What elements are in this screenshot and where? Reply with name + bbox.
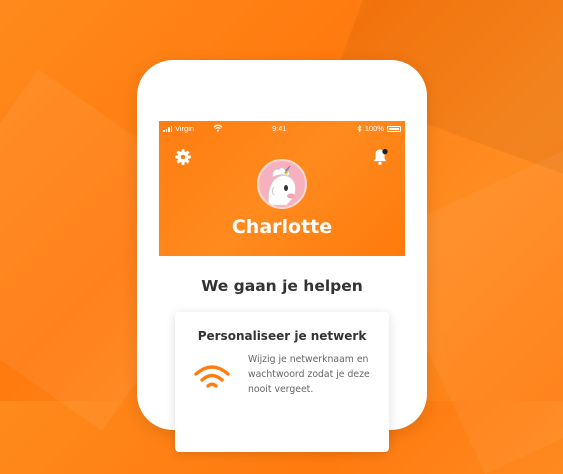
battery-icon (387, 125, 401, 132)
status-wifi-icon (213, 124, 223, 132)
battery-percent: 100% (364, 124, 384, 133)
avatar[interactable] (257, 159, 307, 209)
carrier-indicator: Virgin (163, 124, 194, 133)
user-name: Charlotte (231, 216, 333, 238)
card-title: Personaliseer je netwerk (197, 329, 367, 343)
carrier-name: Virgin (175, 124, 195, 133)
status-bar: Virgin 9:41 100% (159, 121, 405, 135)
status-time: 9:41 (272, 124, 287, 133)
personalize-network-card[interactable]: Personaliseer je netwerk Wijzig je netwe… (175, 312, 389, 452)
phone-frame: Virgin 9:41 100% Charlotte We gaan je he… (137, 60, 427, 452)
bell-icon[interactable] (370, 147, 390, 167)
battery-indicator: 100% (357, 124, 401, 133)
wifi-icon (194, 365, 230, 388)
gear-icon[interactable] (174, 148, 192, 166)
card-description: Wijzig je netwerknaam en wachtwoord zoda… (248, 354, 370, 395)
bluetooth-icon (357, 125, 362, 132)
signal-icon (163, 125, 172, 132)
section-title: We gaan je helpen (201, 277, 363, 295)
unicorn-avatar (268, 164, 296, 206)
profile-header: Virgin 9:41 100% Charlotte (159, 121, 405, 256)
